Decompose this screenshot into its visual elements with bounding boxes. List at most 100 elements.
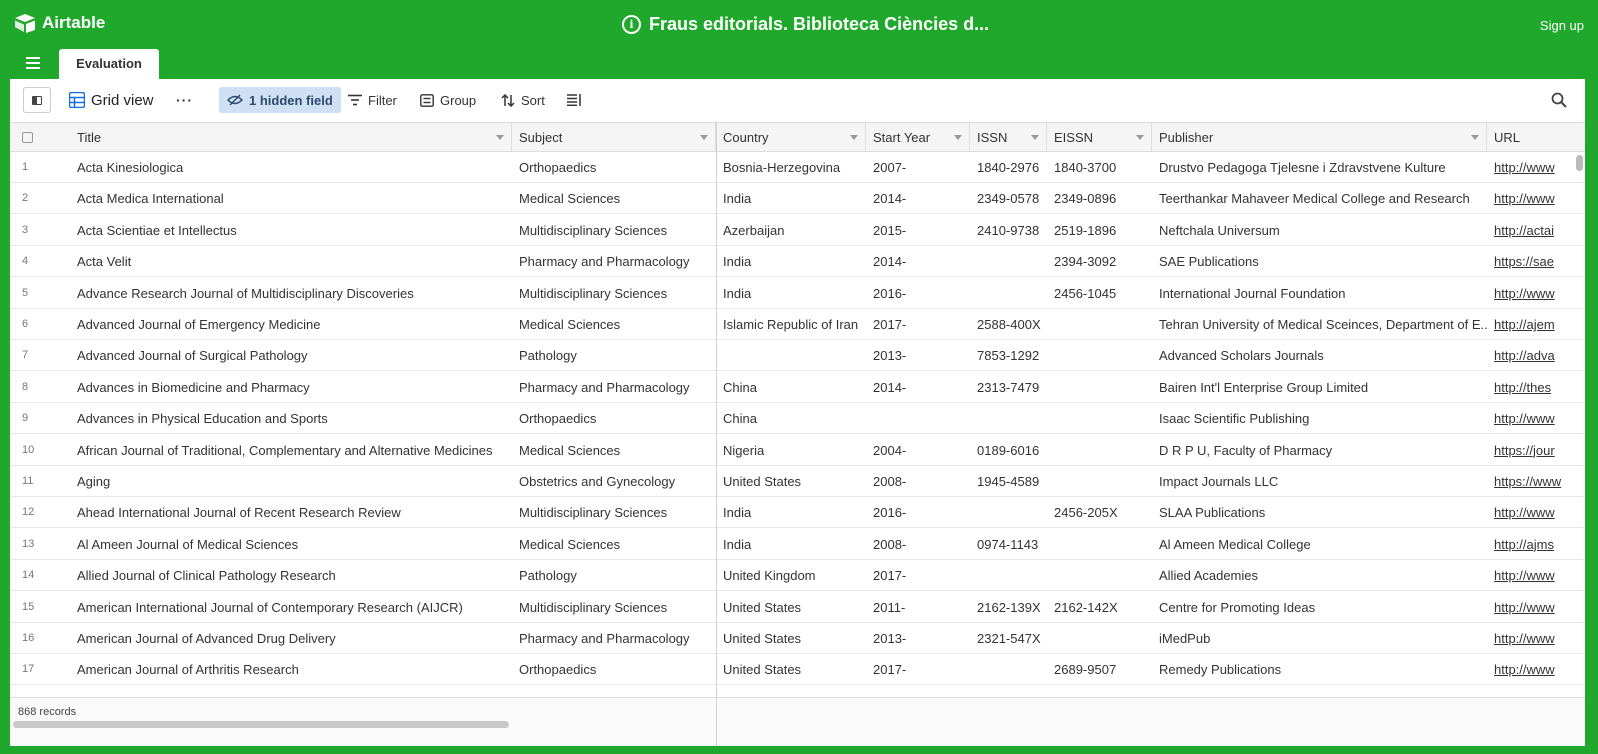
cell-country[interactable]: United States [716, 623, 866, 654]
chevron-down-icon[interactable] [496, 135, 504, 140]
cell-country[interactable]: Bosnia-Herzegovina [716, 152, 866, 183]
cell-publisher[interactable]: Bairen Int'l Enterprise Group Limited [1152, 372, 1487, 403]
cell-title[interactable]: Advanced Journal of Surgical Pathology [70, 340, 512, 371]
cell-publisher[interactable]: Tehran University of Medical Sceinces, D… [1152, 309, 1487, 340]
cell-country[interactable] [716, 340, 866, 371]
cell-title[interactable]: Acta Scientiae et Intellectus [70, 215, 512, 246]
cell-publisher[interactable]: Teerthankar Mahaveer Medical College and… [1152, 183, 1487, 214]
chevron-down-icon[interactable] [1471, 135, 1479, 140]
cell-url[interactable]: https://sae [1487, 246, 1585, 277]
cell-title[interactable]: Acta Kinesiologica [70, 152, 512, 183]
cell-eissn[interactable] [1047, 372, 1152, 403]
cell-issn[interactable]: 7853-1292 [970, 340, 1047, 371]
horizontal-scrollbar[interactable] [13, 721, 509, 728]
cell-eissn[interactable] [1047, 403, 1152, 434]
table-row[interactable]: 3 Acta Scientiae et Intellectus Multidisci… [10, 215, 1585, 246]
cell-country[interactable]: China [716, 403, 866, 434]
cell-title[interactable]: African Journal of Traditional, Compleme… [70, 435, 512, 466]
cell-start-year[interactable] [866, 403, 970, 434]
cell-title[interactable]: Allied Journal of Clinical Pathology Res… [70, 560, 512, 591]
cell-issn[interactable]: 0189-6016 [970, 435, 1047, 466]
cell-country[interactable]: Islamic Republic of Iran [716, 309, 866, 340]
vertical-scrollbar[interactable] [1576, 155, 1583, 171]
cell-subject[interactable]: Pharmacy and Pharmacology [512, 623, 716, 654]
cell-issn[interactable] [970, 278, 1047, 309]
cell-subject[interactable]: Multidisciplinary Sciences [512, 497, 716, 528]
cell-publisher[interactable]: Al Ameen Medical College [1152, 529, 1487, 560]
cell-issn[interactable] [970, 654, 1047, 685]
cell-country[interactable]: Nigeria [716, 435, 866, 466]
chevron-down-icon[interactable] [954, 135, 962, 140]
cell-eissn[interactable] [1047, 529, 1152, 560]
column-header-title[interactable]: Title [70, 123, 512, 152]
cell-eissn[interactable]: 2519-1896 [1047, 215, 1152, 246]
cell-start-year[interactable]: 2015- [866, 215, 970, 246]
cell-country[interactable]: Azerbaijan [716, 215, 866, 246]
cell-url[interactable]: http://www [1487, 278, 1585, 309]
column-header-start-year[interactable]: Start Year [866, 123, 970, 152]
column-header-issn[interactable]: ISSN [970, 123, 1047, 152]
table-row[interactable]: 15 American International Journal of Cont… [10, 592, 1585, 623]
cell-country[interactable]: United States [716, 466, 866, 497]
cell-start-year[interactable]: 2016- [866, 497, 970, 528]
table-row[interactable]: 16 American Journal of Advanced Drug Deli… [10, 623, 1585, 654]
cell-url[interactable]: http://ajms [1487, 529, 1585, 560]
table-row[interactable]: 1 Acta Kinesiologica Orthopaedics Bosnia-He… [10, 152, 1585, 183]
cell-url[interactable]: http://adva [1487, 340, 1585, 371]
table-row[interactable]: 6 Advanced Journal of Emergency Medicine M… [10, 309, 1585, 340]
cell-url[interactable]: http://www [1487, 403, 1585, 434]
row-height-button[interactable] [567, 87, 581, 113]
cell-country[interactable]: India [716, 246, 866, 277]
cell-title[interactable]: Advances in Biomedicine and Pharmacy [70, 372, 512, 403]
cell-url[interactable]: https://jour [1487, 435, 1585, 466]
cell-issn[interactable] [970, 246, 1047, 277]
table-row[interactable]: 5 Advance Research Journal of Multidiscip… [10, 278, 1585, 309]
cell-publisher[interactable]: Neftchala Universum [1152, 215, 1487, 246]
cell-issn[interactable]: 2410-9738 [970, 215, 1047, 246]
select-all-checkbox[interactable] [22, 132, 33, 143]
cell-eissn[interactable] [1047, 435, 1152, 466]
cell-title[interactable]: Acta Medica International [70, 183, 512, 214]
table-row[interactable]: 9 Advances in Physical Education and Spor… [10, 403, 1585, 435]
cell-subject[interactable]: Pathology [512, 560, 716, 591]
airtable-logo[interactable]: Airtable [14, 13, 105, 33]
cell-publisher[interactable]: D R P U, Faculty of Pharmacy [1152, 435, 1487, 466]
cell-start-year[interactable]: 2017- [866, 560, 970, 591]
cell-title[interactable]: Advances in Physical Education and Sport… [70, 403, 512, 434]
cell-country[interactable]: China [716, 372, 866, 403]
cell-publisher[interactable]: SLAA Publications [1152, 497, 1487, 528]
filter-button[interactable]: Filter [348, 87, 397, 113]
cell-issn[interactable]: 2162-139X [970, 592, 1047, 623]
cell-publisher[interactable]: Remedy Publications [1152, 654, 1487, 685]
cell-start-year[interactable]: 2014- [866, 183, 970, 214]
cell-publisher[interactable]: Impact Journals LLC [1152, 466, 1487, 497]
cell-title[interactable]: Al Ameen Journal of Medical Sciences [70, 529, 512, 560]
cell-subject[interactable]: Medical Sciences [512, 183, 716, 214]
cell-url[interactable]: http://www [1487, 560, 1585, 591]
cell-publisher[interactable]: iMedPub [1152, 623, 1487, 654]
cell-eissn[interactable]: 2394-3092 [1047, 246, 1152, 277]
tab-evaluation[interactable]: Evaluation [59, 49, 159, 79]
table-row[interactable]: 10 African Journal of Traditional, Comple… [10, 435, 1585, 466]
more-options-button[interactable]: ··· [176, 87, 193, 113]
cell-subject[interactable]: Multidisciplinary Sciences [512, 278, 716, 309]
cell-title[interactable]: American International Journal of Contem… [70, 592, 512, 623]
cell-eissn[interactable] [1047, 623, 1152, 654]
base-title[interactable]: i Fraus editorials. Biblioteca Ciències … [622, 14, 989, 35]
table-row[interactable]: 4 Acta Velit Pharmacy and Pharmacology Indi… [10, 246, 1585, 278]
cell-subject[interactable]: Pharmacy and Pharmacology [512, 246, 716, 277]
chevron-down-icon[interactable] [1031, 135, 1039, 140]
column-header-publisher[interactable]: Publisher [1152, 123, 1487, 152]
search-icon[interactable] [1551, 92, 1567, 113]
group-button[interactable]: Group [420, 87, 476, 113]
cell-url[interactable]: http://www [1487, 623, 1585, 654]
sidebar-toggle-button[interactable] [23, 87, 51, 113]
cell-issn[interactable] [970, 560, 1047, 591]
cell-issn[interactable]: 2588-400X [970, 309, 1047, 340]
cell-url[interactable]: http://www [1487, 497, 1585, 528]
cell-title[interactable]: American Journal of Advanced Drug Delive… [70, 623, 512, 654]
table-row[interactable]: 12 Ahead International Journal of Recent … [10, 497, 1585, 529]
cell-issn[interactable]: 2313-7479 [970, 372, 1047, 403]
column-header-url[interactable]: URL [1487, 123, 1585, 152]
cell-title[interactable]: Aging [70, 466, 512, 497]
